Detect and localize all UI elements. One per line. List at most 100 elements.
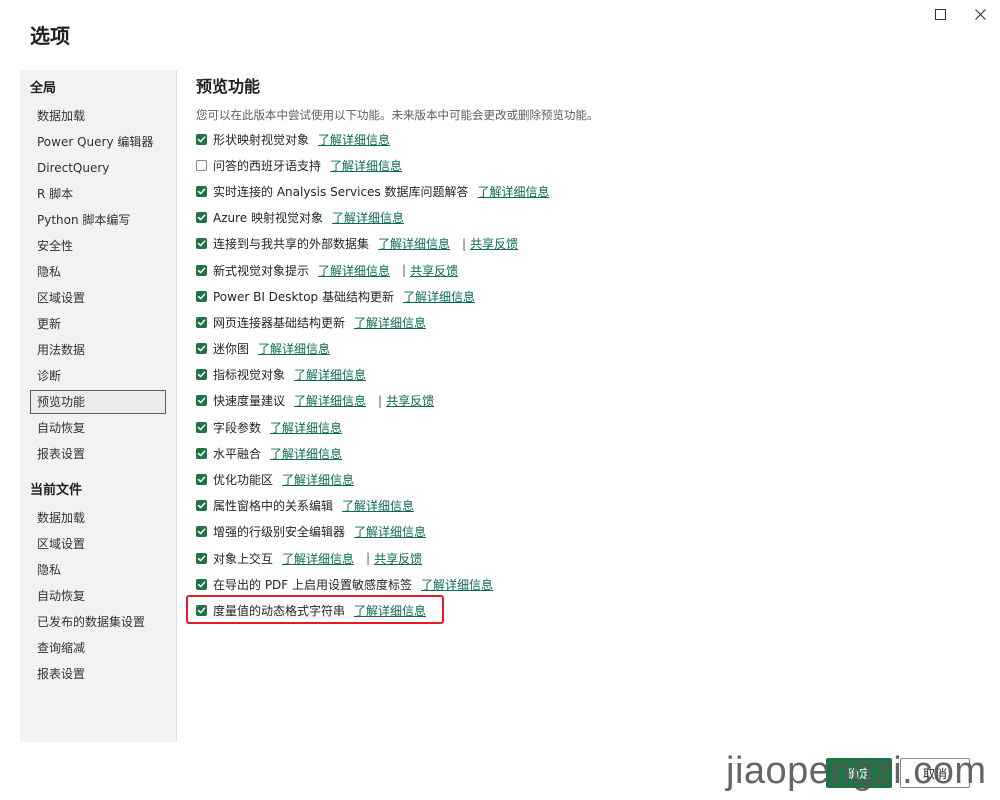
checkmark-icon (197, 345, 206, 352)
sidebar-global-item[interactable]: Power Query 编辑器 (30, 130, 166, 154)
feature-option-row: 在导出的 PDF 上启用设置敏感度标签 了解详细信息 (196, 571, 976, 597)
feature-option-row: 增强的行级别安全编辑器 了解详细信息 (196, 519, 976, 545)
learn-more-link[interactable]: 了解详细信息 (403, 288, 475, 305)
dialog-title: 选项 (30, 24, 70, 48)
highlight-annotation (186, 595, 444, 624)
feature-option-row: 优化功能区 了解详细信息 (196, 466, 976, 492)
feature-checkbox[interactable] (196, 447, 207, 459)
learn-more-link[interactable]: 了解详细信息 (332, 209, 404, 226)
feature-checkbox[interactable] (196, 212, 207, 224)
checkmark-icon (197, 214, 206, 221)
sidebar-file-item[interactable]: 查询缩减 (30, 636, 166, 660)
sidebar-global-item[interactable]: R 脚本 (30, 182, 166, 206)
learn-more-link[interactable]: 了解详细信息 (270, 445, 342, 462)
sidebar-global-item[interactable]: 用法数据 (30, 338, 166, 362)
checkmark-icon (197, 555, 206, 561)
feature-label: 增强的行级别安全编辑器 (213, 525, 346, 540)
learn-more-link[interactable]: 了解详细信息 (258, 340, 330, 357)
feature-checkbox[interactable] (196, 369, 207, 381)
learn-more-link[interactable]: 了解详细信息 (282, 471, 354, 488)
feature-checkbox[interactable] (196, 343, 207, 355)
sidebar-global-item[interactable]: Python 脚本编写 (30, 208, 166, 232)
share-feedback-link[interactable]: 共享反馈 (374, 550, 422, 567)
feature-option-row: 新式视觉对象提示 了解详细信息 | 共享反馈 (196, 257, 976, 283)
sidebar-file-item[interactable]: 区域设置 (30, 532, 166, 556)
preview-features-panel: 预览功能 您可以在此版本中尝试使用以下功能。未来版本中可能会更改或删除预览功能。… (196, 70, 976, 624)
learn-more-link[interactable]: 了解详细信息 (294, 392, 366, 409)
feature-option-row: 迷你图 了解详细信息 (196, 336, 976, 362)
share-feedback-link[interactable]: 共享反馈 (386, 392, 434, 409)
checkmark-icon (197, 424, 206, 431)
link-separator: | (402, 263, 407, 278)
sidebar-file-item[interactable]: 自动恢复 (30, 584, 166, 608)
learn-more-link[interactable]: 了解详细信息 (282, 550, 354, 567)
feature-checkbox[interactable] (196, 395, 207, 407)
feature-option-row: 实时连接的 Analysis Services 数据库问题解答 了解详细信息 (196, 178, 976, 204)
sidebar-global-item[interactable]: 自动恢复 (30, 416, 166, 440)
sidebar-global-item[interactable]: 数据加载 (30, 104, 166, 128)
learn-more-link[interactable]: 了解详细信息 (378, 235, 450, 252)
sidebar-file-item[interactable]: 报表设置 (30, 662, 166, 686)
learn-more-link[interactable]: 了解详细信息 (478, 183, 550, 200)
feature-checkbox[interactable] (196, 185, 207, 197)
sidebar-global-item[interactable]: 报表设置 (30, 442, 166, 466)
share-feedback-link[interactable]: 共享反馈 (470, 235, 518, 252)
sidebar-global-item[interactable]: DirectQuery (30, 156, 166, 180)
learn-more-link[interactable]: 了解详细信息 (318, 131, 390, 148)
feature-label: 字段参数 (213, 420, 262, 435)
sidebar-file-item[interactable]: 数据加载 (30, 506, 166, 530)
link-separator: | (462, 236, 467, 251)
sidebar-global-item[interactable]: 隐私 (30, 260, 166, 284)
feature-checkbox[interactable] (196, 421, 207, 433)
feature-label: 连接到与我共享的外部数据集 (213, 237, 370, 252)
feature-label: 新式视觉对象提示 (213, 263, 310, 278)
feature-checkbox[interactable] (196, 474, 207, 486)
sidebar: 全局 数据加载 Power Query 编辑器 DirectQuery R 脚本 Pyt… (20, 70, 177, 742)
checkmark-icon (197, 319, 206, 326)
learn-more-link[interactable]: 了解详细信息 (354, 523, 426, 540)
sidebar-global-item[interactable]: 诊断 (30, 364, 166, 388)
feature-checkbox[interactable] (196, 552, 207, 564)
feature-label: 快速度量建议 (213, 394, 286, 409)
feature-checkbox[interactable] (196, 290, 207, 302)
share-feedback-link[interactable]: 共享反馈 (410, 262, 458, 279)
feature-checkbox[interactable] (196, 159, 207, 171)
feature-option-row: Power BI Desktop 基础结构更新 了解详细信息 (196, 283, 976, 309)
sidebar-global-item[interactable]: 区域设置 (30, 286, 166, 310)
learn-more-link[interactable]: 了解详细信息 (318, 262, 390, 279)
feature-option-row: 字段参数 了解详细信息 (196, 414, 976, 440)
feature-label: 实时连接的 Analysis Services 数据库问题解答 (213, 184, 469, 199)
feature-option-row: 水平融合 了解详细信息 (196, 440, 976, 466)
watermark-text: jiaopengzi.com (726, 750, 987, 792)
sidebar-global-item[interactable]: 安全性 (30, 234, 166, 258)
feature-checkbox[interactable] (196, 526, 207, 538)
feature-option-row: Azure 映射视觉对象 了解详细信息 (196, 205, 976, 231)
learn-more-link[interactable]: 了解详细信息 (330, 157, 402, 174)
feature-checkbox[interactable] (196, 500, 207, 512)
feature-checkbox[interactable] (196, 238, 207, 250)
feature-checkbox[interactable] (196, 133, 207, 145)
learn-more-link[interactable]: 了解详细信息 (294, 366, 366, 383)
feature-checkbox[interactable] (196, 264, 207, 276)
feature-option-row: 属性窗格中的关系编辑 了解详细信息 (196, 493, 976, 519)
learn-more-link[interactable]: 了解详细信息 (342, 497, 414, 514)
sidebar-file-item[interactable]: 已发布的数据集设置 (30, 610, 166, 634)
feature-checkbox[interactable] (196, 578, 207, 590)
checkmark-icon (197, 476, 206, 483)
learn-more-link[interactable]: 了解详细信息 (421, 576, 493, 593)
checkmark-icon (197, 502, 206, 509)
checkmark-icon (197, 450, 206, 457)
sidebar-global-item[interactable]: 预览功能 (30, 390, 166, 414)
checkmark-icon (197, 188, 206, 195)
learn-more-link[interactable]: 了解详细信息 (270, 419, 342, 436)
sidebar-file-item[interactable]: 隐私 (30, 558, 166, 582)
feature-label: 指标视觉对象 (213, 368, 286, 383)
checkmark-icon (197, 528, 206, 535)
maximize-button[interactable] (920, 0, 960, 28)
close-button[interactable] (960, 0, 1000, 28)
feature-checkbox[interactable] (196, 316, 207, 328)
feature-label: 网页连接器基础结构更新 (213, 315, 346, 330)
learn-more-link[interactable]: 了解详细信息 (354, 314, 426, 331)
feature-option-row: 对象上交互 了解详细信息 | 共享反馈 (196, 545, 976, 571)
sidebar-global-item[interactable]: 更新 (30, 312, 166, 336)
